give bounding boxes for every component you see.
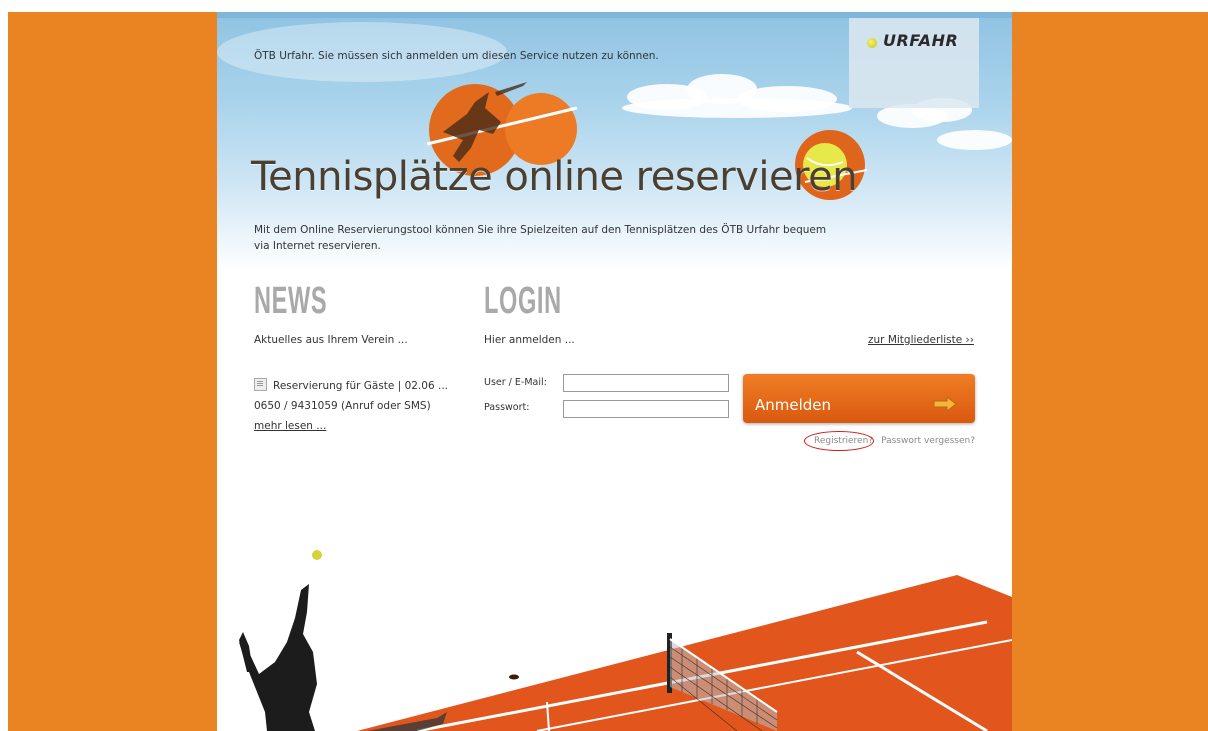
login-subtitle: Hier anmelden ... xyxy=(484,334,575,346)
news-item-title-row[interactable]: Reservierung für Gäste | 02.06 ... xyxy=(254,376,448,396)
news-item-title: Reservierung für Gäste | 02.06 ... xyxy=(273,380,448,392)
password-label: Passwort: xyxy=(484,402,530,413)
tennis-ball-icon xyxy=(867,38,877,48)
forgot-password-link[interactable]: Passwort vergessen? xyxy=(881,436,975,446)
password-input[interactable] xyxy=(563,400,729,418)
account-links: Registrieren? Passwort vergessen? xyxy=(812,436,975,446)
more-link[interactable]: mehr lesen ... xyxy=(254,416,448,436)
tennis-illustration xyxy=(239,82,1012,731)
document-icon xyxy=(254,378,267,391)
tennis-ball-icon xyxy=(312,550,322,560)
login-button[interactable]: Anmelden xyxy=(743,374,975,423)
page-title: Tennisplätze online reservieren xyxy=(251,154,858,200)
login-button-label: Anmelden xyxy=(755,396,832,414)
news-heading: NEWS xyxy=(254,280,328,322)
user-label: User / E-Mail: xyxy=(484,377,547,388)
news-subtitle: Aktuelles aus Ihrem Verein ... xyxy=(254,334,408,346)
user-email-input[interactable] xyxy=(563,374,729,392)
intro-text: Mit dem Online Reservierungstool können … xyxy=(254,224,827,252)
racket-icon xyxy=(239,632,253,672)
login-heading: LOGIN xyxy=(484,280,562,322)
ball-shadow xyxy=(509,674,519,680)
news-item-text: 0650 / 9431059 (Anruf oder SMS) xyxy=(254,400,431,412)
news-item: Reservierung für Gäste | 02.06 ... 0650 … xyxy=(254,376,448,436)
register-link[interactable]: Registrieren? xyxy=(812,436,875,446)
arrow-right-icon xyxy=(933,397,957,411)
club-logo: URFAHR xyxy=(849,18,979,108)
logo-text: URFAHR xyxy=(883,31,959,50)
racket-icon xyxy=(495,82,527,96)
main-panel: ÖTB Urfahr. Sie müssen sich anmelden um … xyxy=(217,12,1012,731)
member-list-link[interactable]: zur Mitgliederliste ›› xyxy=(868,334,974,346)
login-notice: ÖTB Urfahr. Sie müssen sich anmelden um … xyxy=(254,50,659,62)
